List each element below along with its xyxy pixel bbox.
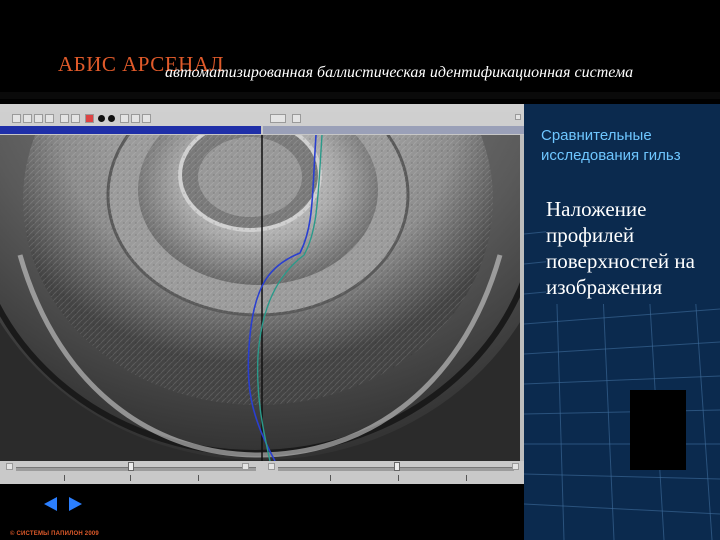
app-toolbar	[0, 112, 524, 126]
panel-description: Наложение профилей поверхностей на изобр…	[546, 194, 720, 304]
color-icon[interactable]	[85, 114, 94, 123]
save-icon[interactable]	[23, 114, 32, 123]
grid-icon[interactable]	[45, 114, 54, 123]
zoom-field[interactable]	[270, 114, 286, 123]
info-panel: Сравнительные исследования гильз Наложен…	[524, 104, 720, 540]
right-slider-end-button[interactable]	[512, 463, 519, 470]
zoom-icon[interactable]	[60, 114, 69, 123]
black-dot-icon[interactable]	[108, 115, 115, 122]
split-icon[interactable]	[120, 114, 129, 123]
panel-title: Сравнительные исследования гильз	[541, 127, 681, 164]
close-icon[interactable]	[515, 114, 521, 120]
left-slider-track[interactable]	[16, 467, 256, 471]
print-icon[interactable]	[34, 114, 43, 123]
left-slider-end-button[interactable]	[242, 463, 249, 470]
open-icon[interactable]	[12, 114, 21, 123]
view-icon[interactable]	[292, 114, 301, 123]
slider-tick	[130, 475, 131, 481]
header-divider	[0, 92, 720, 99]
left-slider-thumb[interactable]	[128, 462, 134, 471]
slider-tick	[330, 475, 331, 481]
arrow-left-icon[interactable]	[44, 497, 57, 511]
comparison-app-window	[0, 104, 524, 484]
settings-icon[interactable]	[142, 114, 151, 123]
cartridge-comparison-image[interactable]	[0, 135, 524, 461]
copyright-notice: © СИСТЕМЫ ПАПИЛОН 2009	[10, 531, 99, 537]
slider-tick	[198, 475, 199, 481]
frame-icon[interactable]	[131, 114, 140, 123]
right-slider-button[interactable]	[268, 463, 275, 470]
slider-tick	[64, 475, 65, 481]
scissors-icon[interactable]	[71, 114, 80, 123]
right-image-header[interactable]	[263, 126, 524, 134]
slider-bar	[0, 461, 524, 484]
left-slider-button[interactable]	[6, 463, 13, 470]
app-titlebar	[0, 104, 524, 112]
slider-tick	[466, 475, 467, 481]
black-dot-icon[interactable]	[98, 115, 105, 122]
right-slider-thumb[interactable]	[394, 462, 400, 471]
image-headers	[0, 126, 524, 135]
panel-dark-block	[630, 390, 686, 470]
system-subtitle: автоматизированная баллистическая иденти…	[165, 64, 634, 81]
slider-tick	[398, 475, 399, 481]
arrow-right-icon[interactable]	[69, 497, 82, 511]
left-image-header[interactable]	[0, 126, 261, 134]
panel-grid-pattern	[524, 203, 720, 540]
